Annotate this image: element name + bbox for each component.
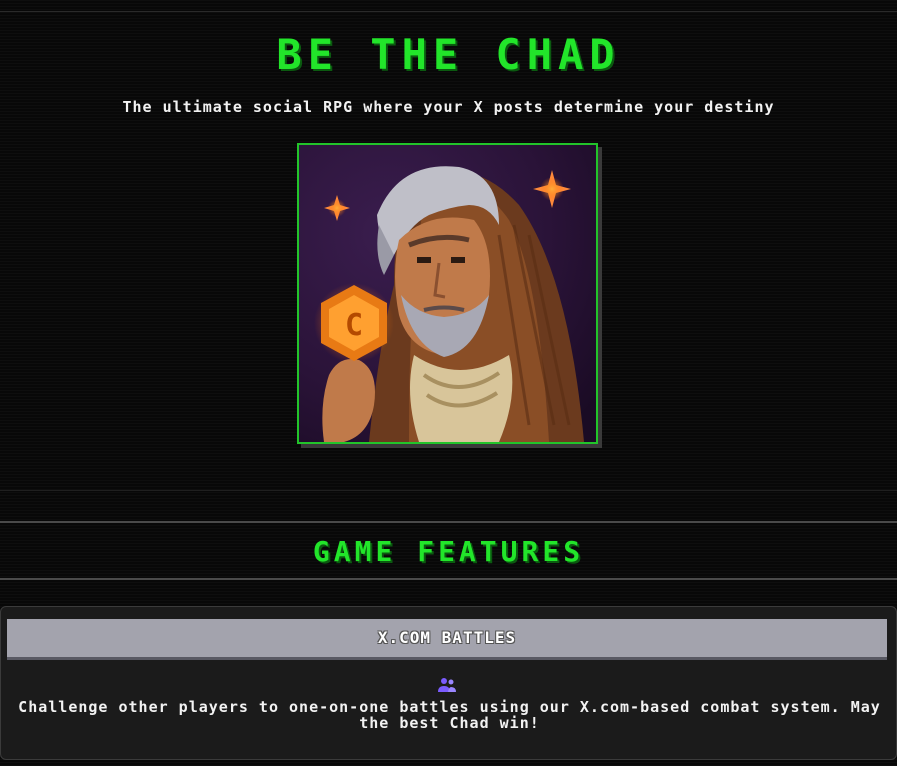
users-icon	[438, 678, 456, 692]
feature-card: X.COM BATTLES Challenge other players to…	[0, 606, 897, 760]
c-coin-icon: C	[314, 283, 394, 363]
divider-bottom	[0, 578, 897, 580]
wizard-portrait-image: C	[299, 145, 596, 442]
coin-letter: C	[345, 308, 363, 343]
section-spacer	[0, 490, 897, 523]
hero-portrait: C	[297, 143, 598, 444]
hero-title: BE THE CHAD	[276, 30, 621, 79]
top-border	[0, 0, 897, 12]
divider-top	[0, 521, 897, 523]
feature-card-title: X.COM BATTLES	[7, 619, 887, 660]
features-title: GAME FEATURES	[312, 535, 585, 568]
feature-card-description: Challenge other players to one-on-one ba…	[18, 698, 881, 732]
hero-subtitle: The ultimate social RPG where your X pos…	[122, 98, 775, 116]
